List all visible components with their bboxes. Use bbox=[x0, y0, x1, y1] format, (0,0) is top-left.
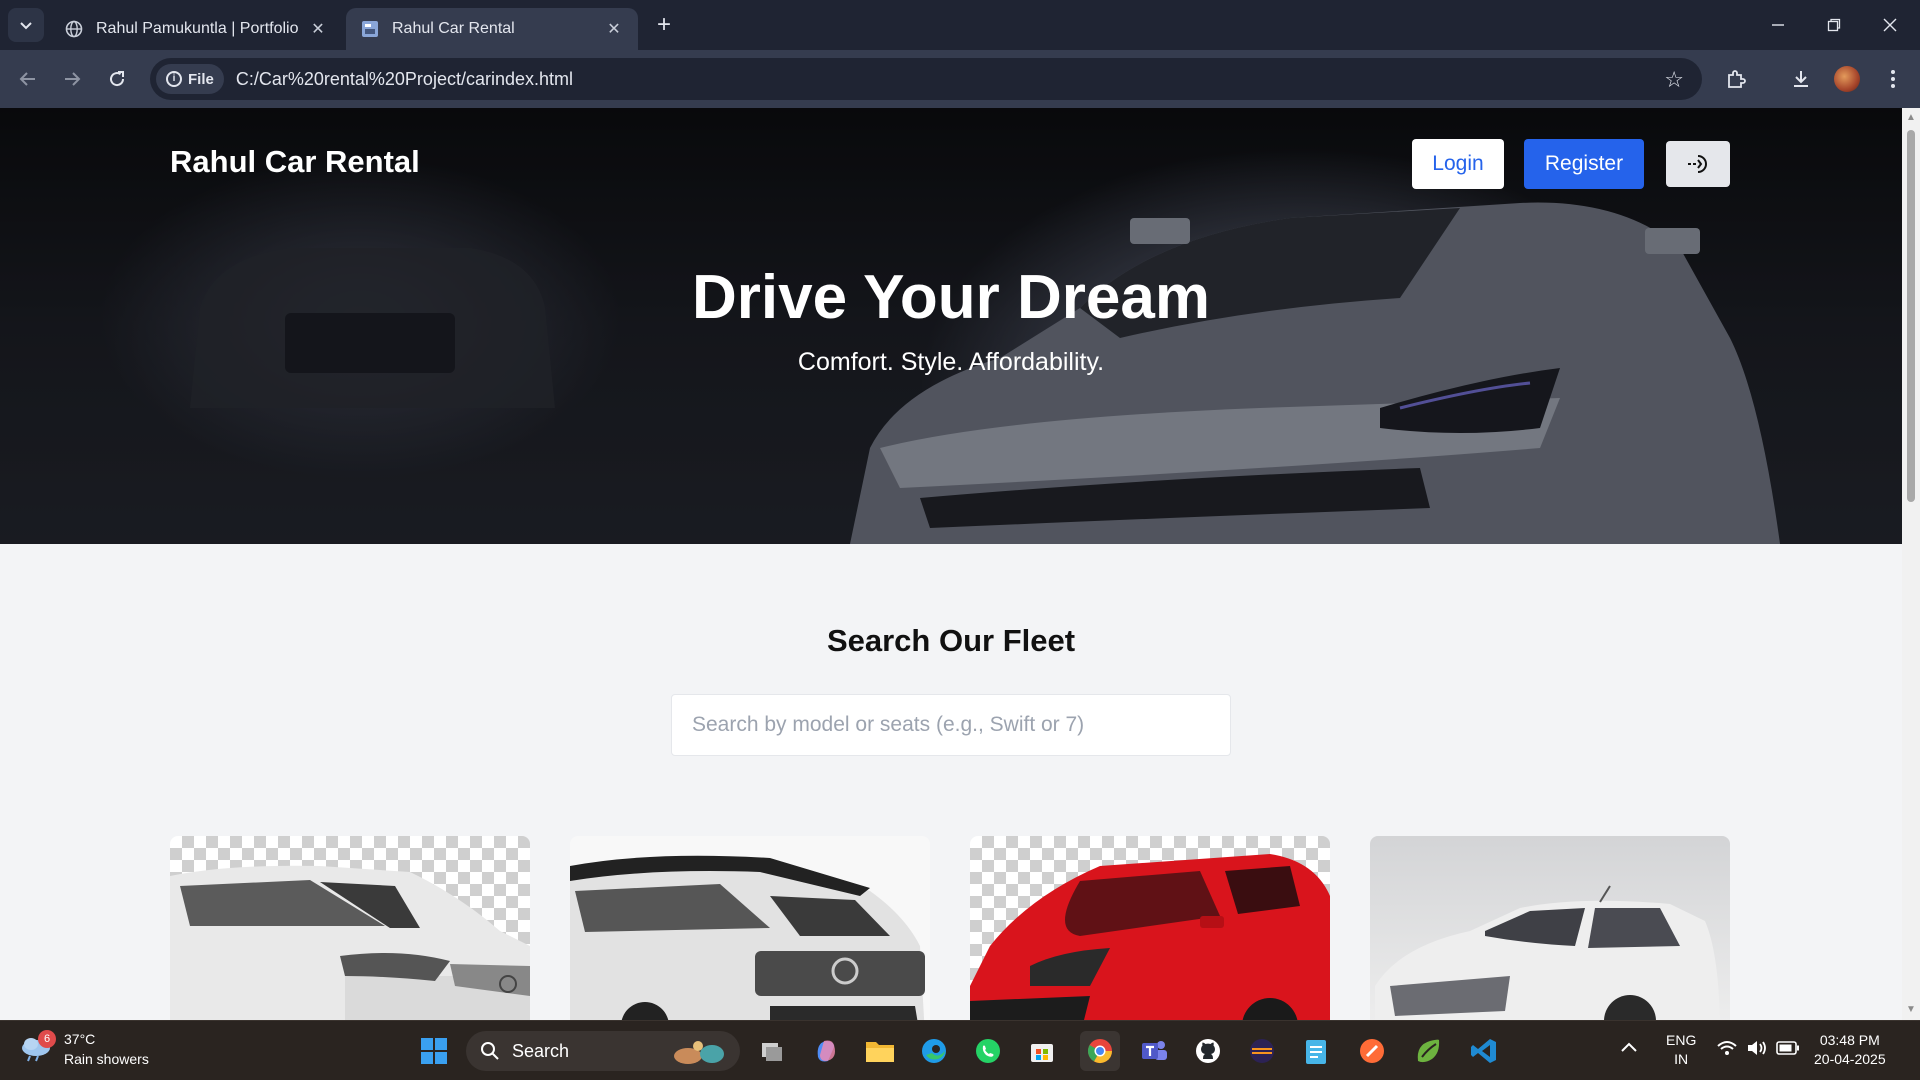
task-view-icon[interactable] bbox=[752, 1031, 792, 1071]
close-window-button[interactable] bbox=[1862, 0, 1918, 50]
scheme-label: File bbox=[188, 70, 214, 88]
weather-condition: Rain showers bbox=[64, 1051, 149, 1067]
edge-icon[interactable] bbox=[914, 1031, 954, 1071]
chrome-icon[interactable] bbox=[1080, 1031, 1120, 1071]
close-icon[interactable]: ✕ bbox=[308, 19, 328, 39]
extensions-button[interactable] bbox=[1722, 65, 1750, 93]
notepad-icon[interactable] bbox=[1296, 1031, 1336, 1071]
car-card[interactable] bbox=[170, 836, 530, 1020]
new-tab-button[interactable]: + bbox=[650, 12, 678, 40]
rain-cloud-icon: 6 bbox=[20, 1030, 56, 1064]
tray-overflow-icon[interactable] bbox=[1620, 1039, 1638, 1058]
theme-toggle-button[interactable] bbox=[1666, 141, 1730, 187]
postman-icon[interactable] bbox=[1352, 1031, 1392, 1071]
eclipse-icon[interactable] bbox=[1242, 1031, 1282, 1071]
hero-subtitle: Comfort. Style. Affordability. bbox=[797, 348, 1105, 376]
reload-button[interactable] bbox=[103, 65, 131, 93]
hero-title: Drive Your Dream bbox=[691, 263, 1211, 332]
reload-icon bbox=[110, 71, 125, 87]
page-scrollbar[interactable]: ▲ ▼ bbox=[1902, 108, 1920, 1020]
wifi-icon[interactable] bbox=[1716, 1039, 1738, 1062]
page-icon bbox=[360, 19, 380, 39]
vscode-icon[interactable] bbox=[1464, 1031, 1504, 1071]
chevron-down-icon bbox=[20, 22, 32, 30]
car-image-white-mpv bbox=[170, 865, 530, 1020]
taskbar-search-label: Search bbox=[512, 1040, 570, 1061]
fleet-search-input[interactable] bbox=[671, 694, 1231, 756]
theme-toggle-icon bbox=[1688, 155, 1707, 173]
clock-time: 03:48 PM bbox=[1819, 1032, 1880, 1048]
car-card[interactable] bbox=[570, 836, 930, 1020]
url-text[interactable]: C:/Car%20rental%20Project/carindex.html bbox=[236, 69, 573, 90]
car-image-white-mpv-2 bbox=[1375, 885, 1720, 1020]
search-highlight-icon bbox=[674, 1041, 724, 1064]
tab-search-button[interactable] bbox=[8, 8, 44, 42]
globe-icon bbox=[64, 19, 84, 39]
hero-section: Rahul Car Rental Login Register Drive Yo… bbox=[0, 108, 1902, 544]
site-info-chip[interactable]: i File bbox=[156, 64, 224, 94]
arrow-right-icon bbox=[65, 72, 81, 86]
minimize-button[interactable] bbox=[1750, 0, 1806, 50]
scrollbar-thumb[interactable] bbox=[1907, 130, 1915, 502]
browser-menu-button[interactable] bbox=[1879, 65, 1907, 93]
puzzle-icon bbox=[1728, 70, 1746, 88]
tab-title: Rahul Car Rental bbox=[392, 20, 515, 37]
car-card[interactable] bbox=[970, 836, 1330, 1020]
os-taskbar: 6 37°C Rain showers Search ENG IN 03:48 … bbox=[0, 1020, 1920, 1080]
clock[interactable]: 03:48 PM 20-04-2025 bbox=[1814, 1031, 1886, 1069]
restore-icon bbox=[1827, 18, 1841, 32]
fleet-section-title: Search Our Fleet bbox=[826, 623, 1076, 658]
language-bottom: IN bbox=[1674, 1051, 1689, 1067]
more-vertical-icon bbox=[1891, 70, 1895, 88]
avatar bbox=[1834, 66, 1860, 92]
search-icon bbox=[481, 1042, 499, 1060]
store-icon[interactable] bbox=[1022, 1031, 1062, 1071]
forward-button[interactable] bbox=[58, 65, 86, 93]
github-icon[interactable] bbox=[1188, 1031, 1228, 1071]
back-button[interactable] bbox=[14, 65, 42, 93]
site-brand[interactable]: Rahul Car Rental bbox=[170, 144, 420, 180]
battery-icon[interactable] bbox=[1776, 1041, 1800, 1060]
close-icon[interactable]: ✕ bbox=[604, 19, 624, 39]
downloads-button[interactable] bbox=[1787, 65, 1815, 93]
tab-car-rental[interactable]: Rahul Car Rental ✕ bbox=[346, 8, 638, 50]
browser-toolbar: i File C:/Car%20rental%20Project/carinde… bbox=[0, 50, 1920, 108]
windows-logo-icon bbox=[421, 1038, 447, 1064]
tab-portfolio[interactable]: Rahul Pamukuntla | Portfolio ✕ bbox=[50, 8, 342, 50]
close-icon bbox=[1883, 18, 1897, 32]
whatsapp-icon[interactable] bbox=[968, 1031, 1008, 1071]
car-image-white-suv bbox=[570, 855, 925, 1020]
volume-icon[interactable] bbox=[1746, 1039, 1768, 1062]
start-button[interactable] bbox=[414, 1031, 454, 1071]
weather-text: 37°C Rain showers bbox=[64, 1029, 149, 1069]
spring-icon[interactable] bbox=[1408, 1031, 1448, 1071]
copilot-icon[interactable] bbox=[806, 1031, 846, 1071]
page-viewport: Rahul Car Rental Login Register Drive Yo… bbox=[0, 108, 1902, 1020]
language-top: ENG bbox=[1666, 1032, 1697, 1048]
register-button[interactable]: Register bbox=[1524, 139, 1644, 189]
scroll-up-icon[interactable]: ▲ bbox=[1905, 112, 1917, 124]
teams-icon[interactable] bbox=[1134, 1031, 1174, 1071]
profile-avatar[interactable] bbox=[1833, 65, 1861, 93]
address-bar[interactable]: i File C:/Car%20rental%20Project/carinde… bbox=[150, 58, 1702, 100]
car-card[interactable] bbox=[1370, 836, 1730, 1020]
clock-date: 20-04-2025 bbox=[1814, 1051, 1886, 1067]
file-explorer-icon[interactable] bbox=[860, 1031, 900, 1071]
language-indicator[interactable]: ENG IN bbox=[1666, 1031, 1696, 1069]
car-image-red-hatchback bbox=[970, 854, 1330, 1020]
taskbar-search[interactable]: Search bbox=[466, 1031, 740, 1071]
weather-badge: 6 bbox=[38, 1030, 56, 1048]
minimize-icon bbox=[1772, 24, 1784, 26]
bookmark-star-icon[interactable]: ☆ bbox=[1664, 67, 1684, 93]
download-icon bbox=[1794, 71, 1808, 87]
weather-temp: 37°C bbox=[64, 1031, 96, 1047]
scroll-down-icon[interactable]: ▼ bbox=[1905, 1004, 1917, 1016]
arrow-left-icon bbox=[19, 72, 35, 86]
login-button[interactable]: Login bbox=[1412, 139, 1504, 189]
info-icon: i bbox=[166, 71, 182, 87]
restore-button[interactable] bbox=[1806, 0, 1862, 50]
tab-title: Rahul Pamukuntla | Portfolio bbox=[96, 20, 299, 37]
weather-widget[interactable]: 6 37°C Rain showers bbox=[20, 1029, 149, 1069]
browser-tab-strip: Rahul Pamukuntla | Portfolio ✕ Rahul Car… bbox=[0, 0, 1920, 50]
